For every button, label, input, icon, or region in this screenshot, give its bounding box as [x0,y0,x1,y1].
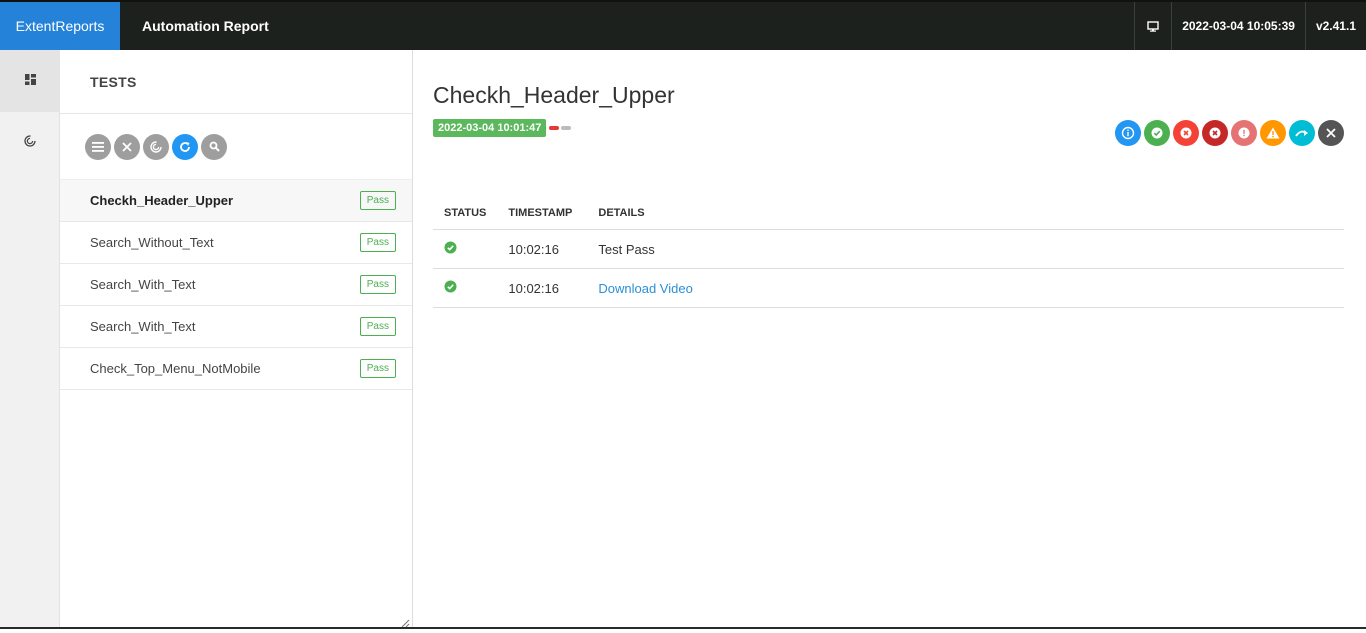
check-icon[interactable] [1144,120,1170,146]
test-toolbar [60,114,412,180]
table-row: 10:02:16 Test Pass [433,230,1344,269]
fatal-icon[interactable] [1202,120,1228,146]
status-cell [433,269,497,308]
page-title: Checkh_Header_Upper [433,82,1344,109]
details-cell: Download Video [587,269,1344,308]
test-name: Checkh_Header_Upper [90,193,233,208]
status-badge: Pass [360,233,396,252]
pass-icon [444,242,457,257]
fail-icon[interactable] [1173,120,1199,146]
test-name: Search_With_Text [90,277,196,292]
spiral-icon[interactable] [143,134,169,160]
timestamp-cell: 10:02:16 [497,230,587,269]
list-icon[interactable] [85,134,111,160]
tests-title: TESTS [60,50,412,114]
left-rail [0,50,60,629]
status-filter-bar [1115,120,1344,146]
list-item[interactable]: Check_Top_Menu_NotMobile Pass [60,348,412,390]
log-header-row: STATUS TIMESTAMP DETAILS [433,197,1344,230]
rail-item-tests[interactable] [0,50,60,112]
test-name: Search_With_Text [90,319,196,334]
details-cell: Test Pass [587,230,1344,269]
test-name: Check_Top_Menu_NotMobile [90,361,261,376]
test-list: Checkh_Header_Upper Pass Search_Without_… [60,180,412,390]
log-table: STATUS TIMESTAMP DETAILS 10:02:16 Test P… [433,197,1344,308]
search-icon[interactable] [201,134,227,160]
table-row: 10:02:16 Download Video [433,269,1344,308]
pass-icon [444,281,457,296]
monitor-icon[interactable] [1134,2,1171,50]
column-header-details: DETAILS [587,197,1344,230]
list-item[interactable]: Search_Without_Text Pass [60,222,412,264]
error-icon[interactable] [1231,120,1257,146]
topbar-right: 2022-03-04 10:05:39 v2.41.1 [1134,2,1366,50]
version-label: v2.41.1 [1305,2,1366,50]
dashboard-icon [25,72,36,90]
test-name: Search_Without_Text [90,235,214,250]
fail-indicator [549,126,559,130]
skip-indicator [561,126,571,130]
status-badge: Pass [360,317,396,336]
info-icon[interactable] [1115,120,1141,146]
status-cell [433,230,497,269]
tests-panel: TESTS Checkh_Header_Upper Pass Search_Wi… [60,50,413,627]
clear-icon[interactable] [1318,120,1344,146]
timestamp-cell: 10:02:16 [497,269,587,308]
top-navbar: ExtentReports Automation Report 2022-03-… [0,0,1366,50]
skip-icon[interactable] [1289,120,1315,146]
list-item[interactable]: Checkh_Header_Upper Pass [60,180,412,222]
resize-handle[interactable] [400,615,410,625]
report-name: Automation Report [142,18,269,34]
spiral-icon [24,134,36,152]
started-time-badge: 2022-03-04 10:01:47 [433,119,546,137]
column-header-status: STATUS [433,197,497,230]
column-header-timestamp: TIMESTAMP [497,197,587,230]
refresh-icon[interactable] [172,134,198,160]
test-detail: Checkh_Header_Upper 2022-03-04 10:01:47 [433,50,1344,308]
close-icon[interactable] [114,134,140,160]
list-item[interactable]: Search_With_Text Pass [60,306,412,348]
status-badge: Pass [360,191,396,210]
warning-icon[interactable] [1260,120,1286,146]
status-badge: Pass [360,275,396,294]
brand-logo[interactable]: ExtentReports [0,2,120,50]
status-badge: Pass [360,359,396,378]
list-item[interactable]: Search_With_Text Pass [60,264,412,306]
rail-item-dashboard[interactable] [0,112,60,174]
report-timestamp: 2022-03-04 10:05:39 [1171,2,1305,50]
download-video-link[interactable]: Download Video [598,281,692,296]
